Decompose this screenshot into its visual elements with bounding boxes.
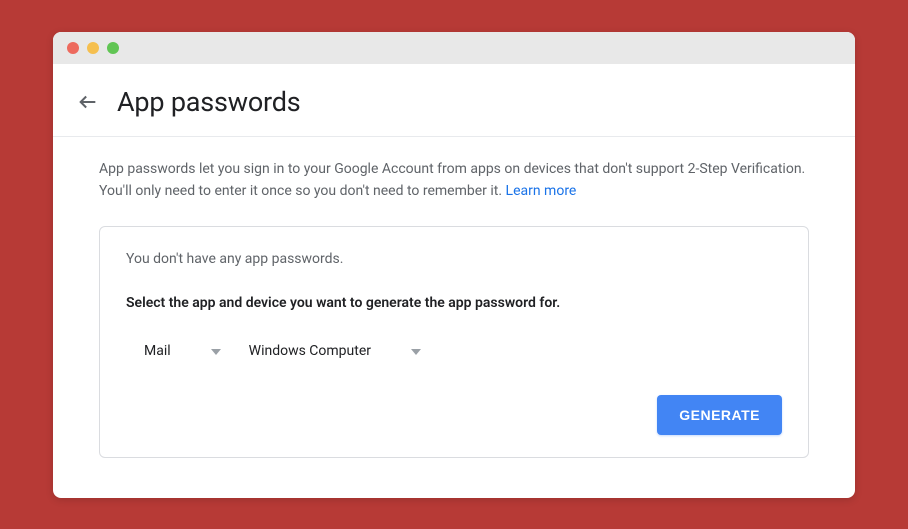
page-header: App passwords xyxy=(53,64,855,137)
app-select[interactable]: Mail xyxy=(144,339,221,363)
device-select[interactable]: Windows Computer xyxy=(249,339,421,363)
empty-state-text: You don't have any app passwords. xyxy=(126,251,782,267)
window-minimize-button[interactable] xyxy=(87,42,99,54)
caret-down-icon xyxy=(411,343,421,359)
page-title: App passwords xyxy=(117,86,301,118)
learn-more-link[interactable]: Learn more xyxy=(506,183,577,199)
back-button[interactable] xyxy=(77,91,99,113)
window-close-button[interactable] xyxy=(67,42,79,54)
description-body: App passwords let you sign in to your Go… xyxy=(99,161,805,199)
app-passwords-card: You don't have any app passwords. Select… xyxy=(99,226,809,458)
device-select-value: Windows Computer xyxy=(249,343,371,359)
window-titlebar xyxy=(53,32,855,64)
generate-button[interactable]: GENERATE xyxy=(657,395,782,435)
app-select-value: Mail xyxy=(144,343,171,359)
arrow-left-icon xyxy=(77,91,99,113)
browser-window: App passwords App passwords let you sign… xyxy=(53,32,855,498)
instruction-text: Select the app and device you want to ge… xyxy=(126,295,782,311)
selector-row: Mail Windows Computer xyxy=(126,339,782,363)
caret-down-icon xyxy=(211,343,221,359)
window-maximize-button[interactable] xyxy=(107,42,119,54)
card-actions: GENERATE xyxy=(126,395,782,435)
page-content: App passwords let you sign in to your Go… xyxy=(53,137,855,498)
description-text: App passwords let you sign in to your Go… xyxy=(99,159,809,202)
